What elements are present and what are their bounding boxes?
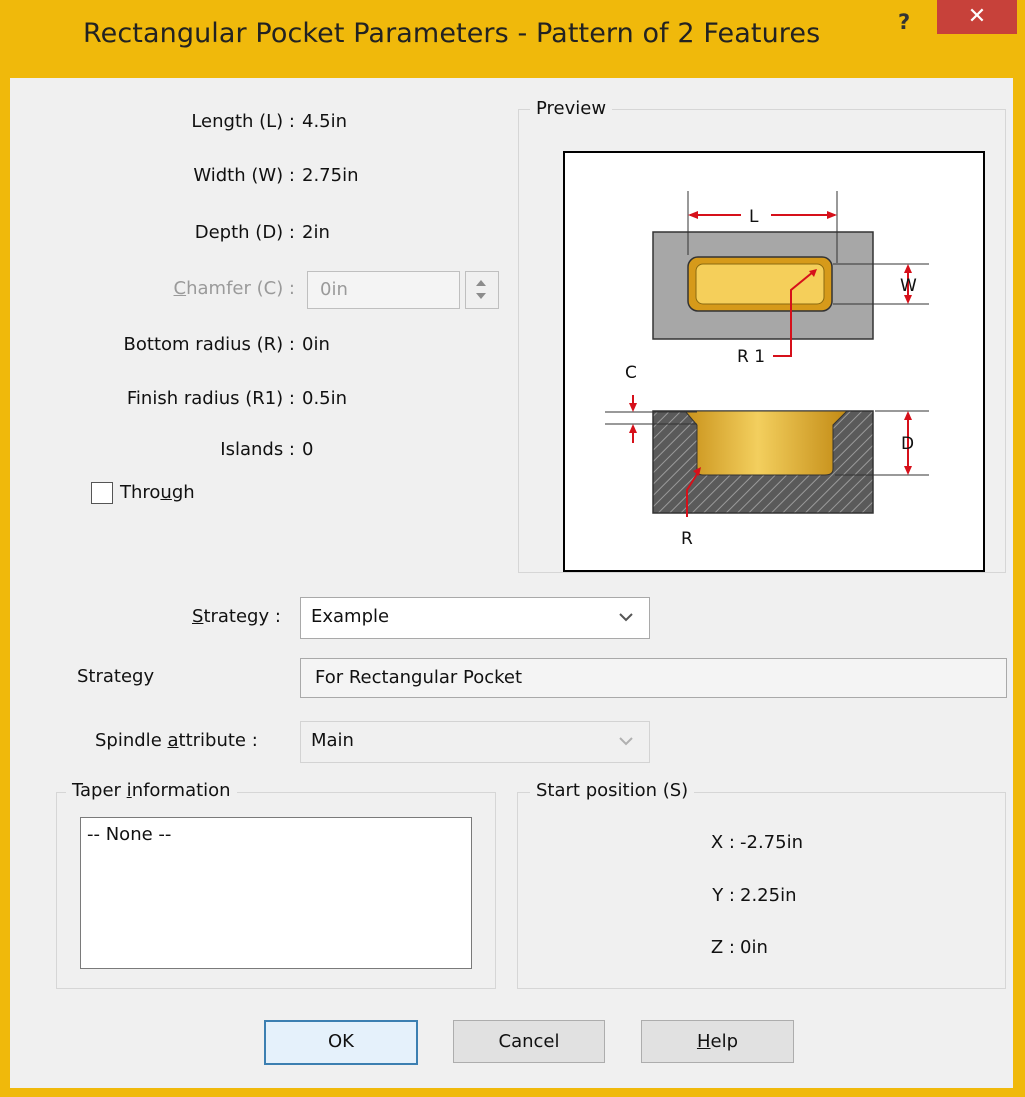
bottom-radius-label: Bottom radius (R) :	[123, 334, 295, 355]
start-y-label: Y :	[712, 885, 735, 906]
depth-value: 2in	[302, 222, 330, 243]
taper-title-a: Taper	[72, 780, 127, 801]
spin-up-icon[interactable]	[476, 280, 486, 286]
pocket-diagram: L W R 1 C D R	[605, 191, 929, 549]
taper-title-b: nformation	[131, 780, 231, 801]
top-view-pocket-floor	[695, 263, 825, 305]
dialog-window: Rectangular Pocket Parameters - Pattern …	[0, 0, 1025, 1097]
spindle-label-b: ttribute :	[178, 730, 258, 751]
finish-radius-value: 0.5in	[302, 388, 348, 409]
chamfer-label-text: hamfer (C) :	[186, 278, 295, 299]
section-view-pocket	[683, 410, 849, 476]
dim-w-arrow-top	[904, 264, 912, 273]
length-value: 4.5in	[302, 111, 348, 132]
dim-c-arrow-top	[629, 403, 637, 412]
start-position-title: Start position (S)	[530, 780, 695, 801]
title-bar[interactable]: Rectangular Pocket Parameters - Pattern …	[0, 0, 1025, 78]
start-y-value: 2.25in	[740, 885, 797, 906]
strategy-desc-field[interactable]: For Rectangular Pocket	[300, 658, 1007, 698]
strategy-dropdown[interactable]: Example	[300, 597, 650, 639]
help-button-accel: H	[696, 1031, 711, 1052]
spindle-selected: Main	[311, 730, 354, 751]
bottom-radius-value: 0in	[302, 334, 330, 355]
strategy-desc-value: For Rectangular Pocket	[315, 667, 523, 688]
strategy-desc-label: Strategy	[77, 666, 155, 687]
spin-down-icon[interactable]	[476, 293, 486, 299]
strategy-label: Strategy :	[192, 606, 281, 627]
start-z-label: Z :	[710, 937, 735, 958]
islands-label: Islands :	[220, 439, 295, 460]
window-title: Rectangular Pocket Parameters - Pattern …	[83, 18, 821, 49]
start-x-value: -2.75in	[740, 832, 803, 853]
start-x-label: X :	[710, 832, 735, 853]
width-label: Width (W) :	[193, 165, 295, 186]
finish-radius-label: Finish radius (R1) :	[126, 388, 295, 409]
cancel-button[interactable]: Cancel	[453, 1020, 605, 1063]
strategy-label-accel: S	[192, 606, 204, 627]
label-w: W	[900, 276, 917, 296]
width-value: 2.75in	[302, 165, 359, 186]
through-label-accel: u	[160, 482, 172, 503]
label-d: D	[901, 434, 914, 454]
help-button[interactable]: Help	[641, 1020, 794, 1063]
length-label: Length (L) :	[191, 111, 295, 132]
label-r: R	[681, 529, 693, 549]
dim-d-arrow-bottom	[904, 466, 912, 475]
taper-title: Taper information	[66, 780, 237, 801]
chamfer-field[interactable]: 0in	[307, 271, 460, 309]
close-button[interactable]: ✕	[937, 0, 1017, 34]
through-label-b: gh	[171, 482, 195, 503]
taper-listbox[interactable]: -- None --	[80, 817, 472, 969]
dim-d-arrow-top	[904, 411, 912, 420]
spindle-dropdown[interactable]: Main	[300, 721, 650, 763]
help-button-text: elp	[710, 1031, 739, 1052]
chevron-down-icon[interactable]	[619, 612, 633, 622]
dim-w-arrow-bottom	[904, 295, 912, 304]
label-r1: R 1	[737, 347, 765, 367]
start-z-value: 0in	[740, 937, 768, 958]
close-icon: ✕	[967, 4, 987, 29]
through-checkbox[interactable]	[91, 482, 113, 504]
preview-image: L W R 1 C D R	[563, 151, 985, 572]
dialog-client-area: Length (L) : 4.5in Width (W) : 2.75in De…	[10, 78, 1013, 1088]
through-label[interactable]: Through	[120, 482, 195, 503]
chamfer-label-accel: C	[173, 278, 187, 299]
strategy-selected: Example	[311, 606, 390, 627]
label-l: L	[749, 207, 759, 227]
strategy-label-text: trategy :	[203, 606, 281, 627]
spindle-label: Spindle attribute :	[95, 730, 258, 751]
list-item[interactable]: -- None --	[87, 824, 171, 845]
dim-c-arrow-bottom	[629, 424, 637, 433]
islands-value: 0	[302, 439, 314, 460]
preview-title: Preview	[530, 98, 613, 119]
through-label-a: Thro	[120, 482, 161, 503]
spindle-label-a: Spindle	[95, 730, 168, 751]
spindle-label-accel: a	[167, 730, 179, 751]
ok-button[interactable]: OK	[264, 1020, 418, 1065]
dim-l-arrow-left	[688, 211, 698, 219]
dim-l-arrow-right	[827, 211, 837, 219]
chamfer-spinner[interactable]	[465, 271, 499, 309]
depth-label: Depth (D) :	[194, 222, 295, 243]
help-icon[interactable]: ?	[898, 10, 910, 34]
chamfer-label: Chamfer (C) :	[174, 278, 295, 299]
chamfer-value: 0in	[320, 279, 348, 300]
label-c: C	[625, 363, 637, 383]
chevron-down-icon[interactable]	[619, 736, 633, 746]
